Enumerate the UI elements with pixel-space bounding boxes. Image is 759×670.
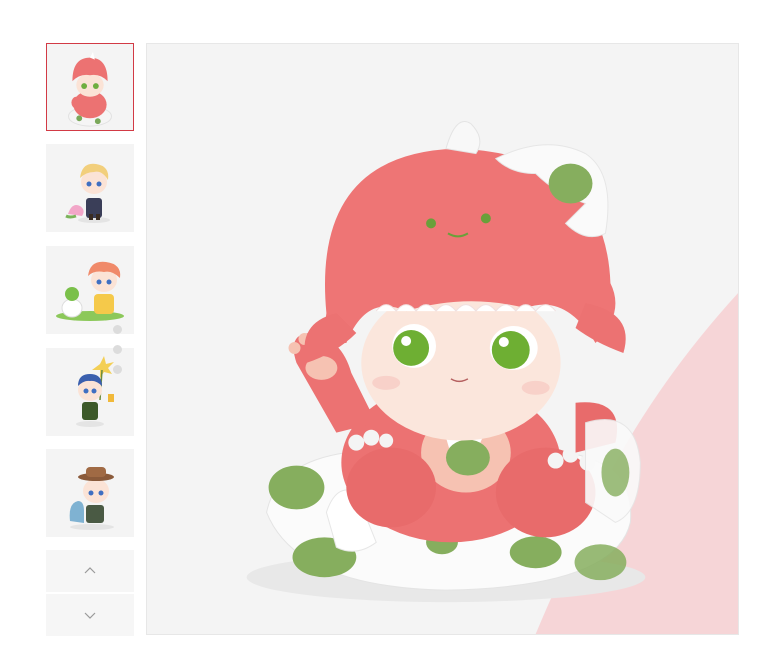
thumbnail-scroll-down-button[interactable] bbox=[46, 594, 134, 636]
image-pagination-dots bbox=[113, 325, 123, 385]
pagination-dot[interactable] bbox=[113, 365, 122, 374]
thumbnail-pink-dino[interactable] bbox=[46, 43, 134, 131]
thumbnail-blonde-figure[interactable] bbox=[46, 144, 134, 232]
pagination-dot[interactable] bbox=[113, 325, 122, 334]
chevron-down-icon bbox=[84, 612, 96, 619]
thumbnail-brown-hat-figure[interactable] bbox=[46, 449, 134, 537]
green-dino-thumbnail-image bbox=[56, 261, 124, 321]
pink-dino-main-image bbox=[246, 121, 738, 634]
brown-hat-thumbnail-image bbox=[69, 467, 114, 530]
chevron-up-icon bbox=[84, 567, 96, 574]
pagination-dot[interactable] bbox=[113, 345, 122, 354]
blonde-figure-thumbnail-image bbox=[65, 163, 110, 223]
product-image-gallery bbox=[0, 0, 759, 670]
pink-dino-thumbnail-image bbox=[68, 51, 112, 127]
main-product-image[interactable] bbox=[146, 43, 739, 635]
thumbnail-scroll-up-button[interactable] bbox=[46, 550, 134, 592]
thumbnail-green-dino-figure[interactable] bbox=[46, 246, 134, 334]
